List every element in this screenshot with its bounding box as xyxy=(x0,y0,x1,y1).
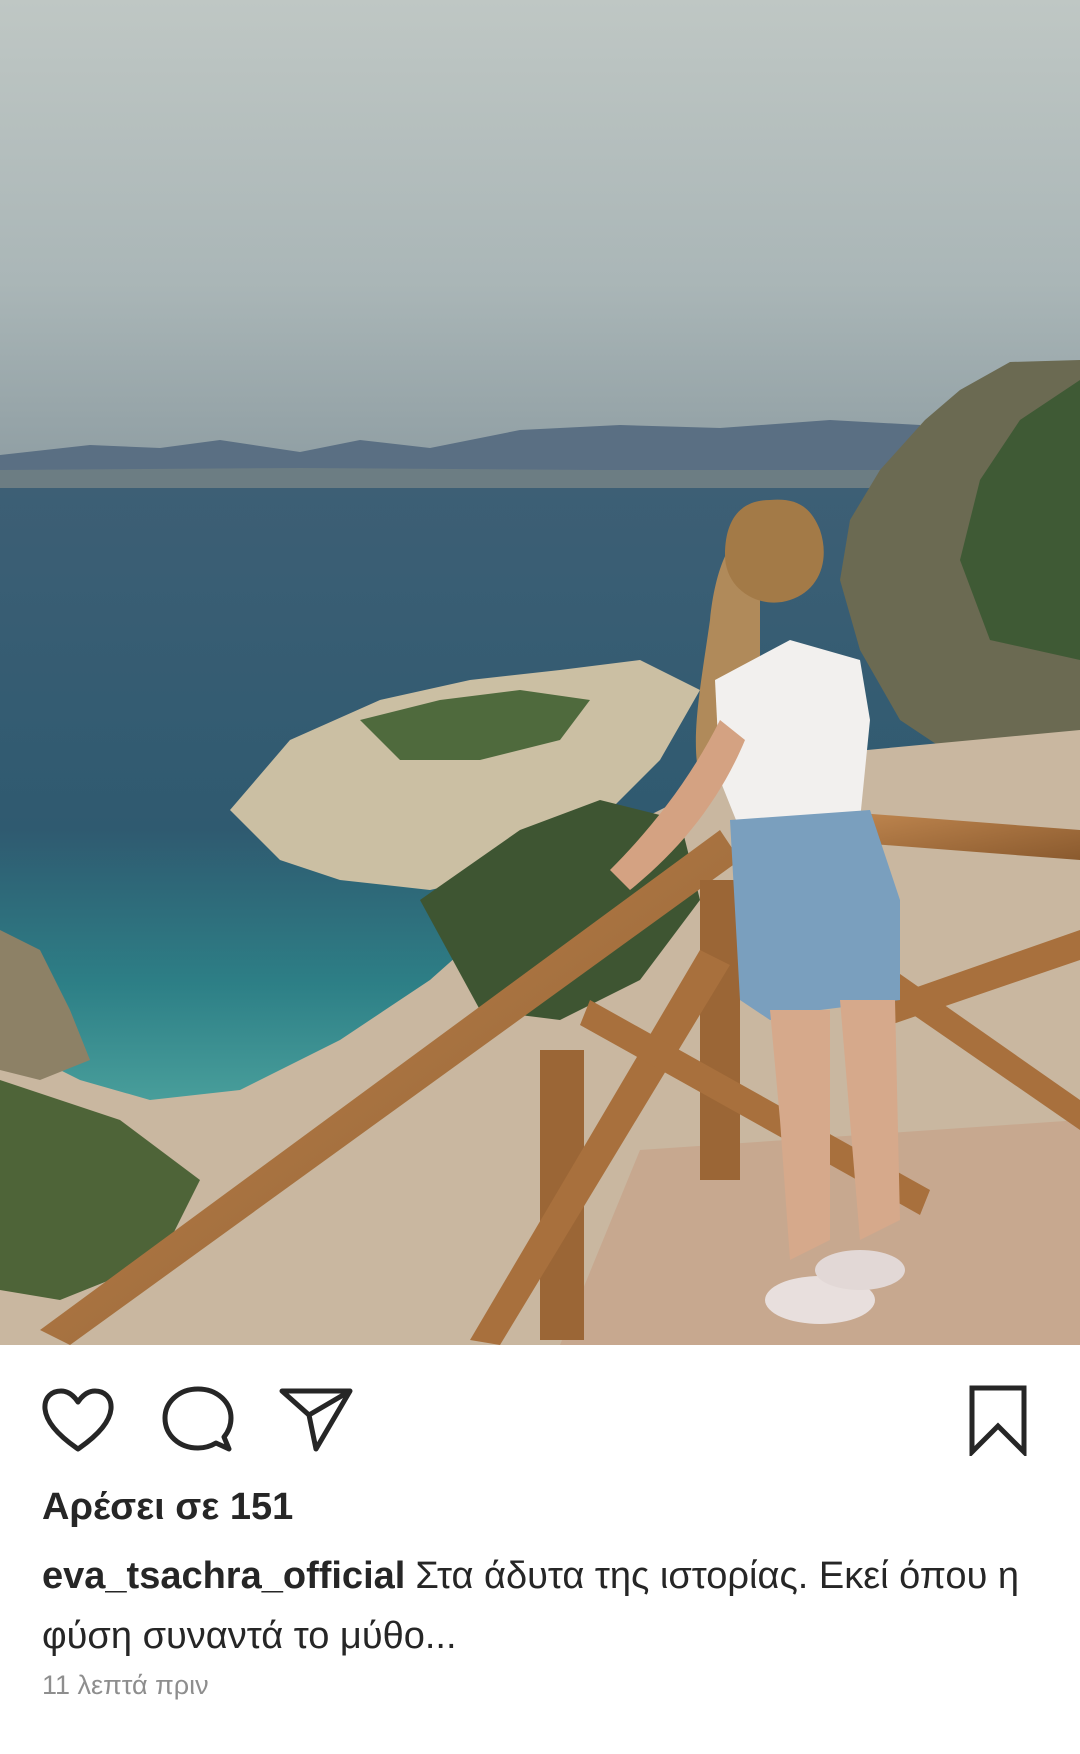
post-timestamp: 11 λεπτά πριν xyxy=(42,1670,209,1700)
post-photo-image xyxy=(0,0,1080,1345)
like-button[interactable] xyxy=(38,1380,118,1460)
caption-username[interactable]: eva_tsachra_official xyxy=(42,1555,405,1597)
post-action-bar xyxy=(0,1345,1080,1485)
comment-icon xyxy=(162,1385,234,1455)
save-button[interactable] xyxy=(958,1380,1038,1460)
bookmark-icon xyxy=(968,1384,1028,1456)
post-photo[interactable] xyxy=(0,0,1080,1345)
paper-plane-icon xyxy=(278,1385,354,1455)
comment-button[interactable] xyxy=(158,1380,238,1460)
likes-count[interactable]: Αρέσει σε 151 xyxy=(42,1486,293,1529)
share-button[interactable] xyxy=(276,1380,356,1460)
heart-icon xyxy=(41,1387,115,1453)
post-caption: eva_tsachra_official Στα άδυτα της ιστορί… xyxy=(42,1546,1042,1666)
